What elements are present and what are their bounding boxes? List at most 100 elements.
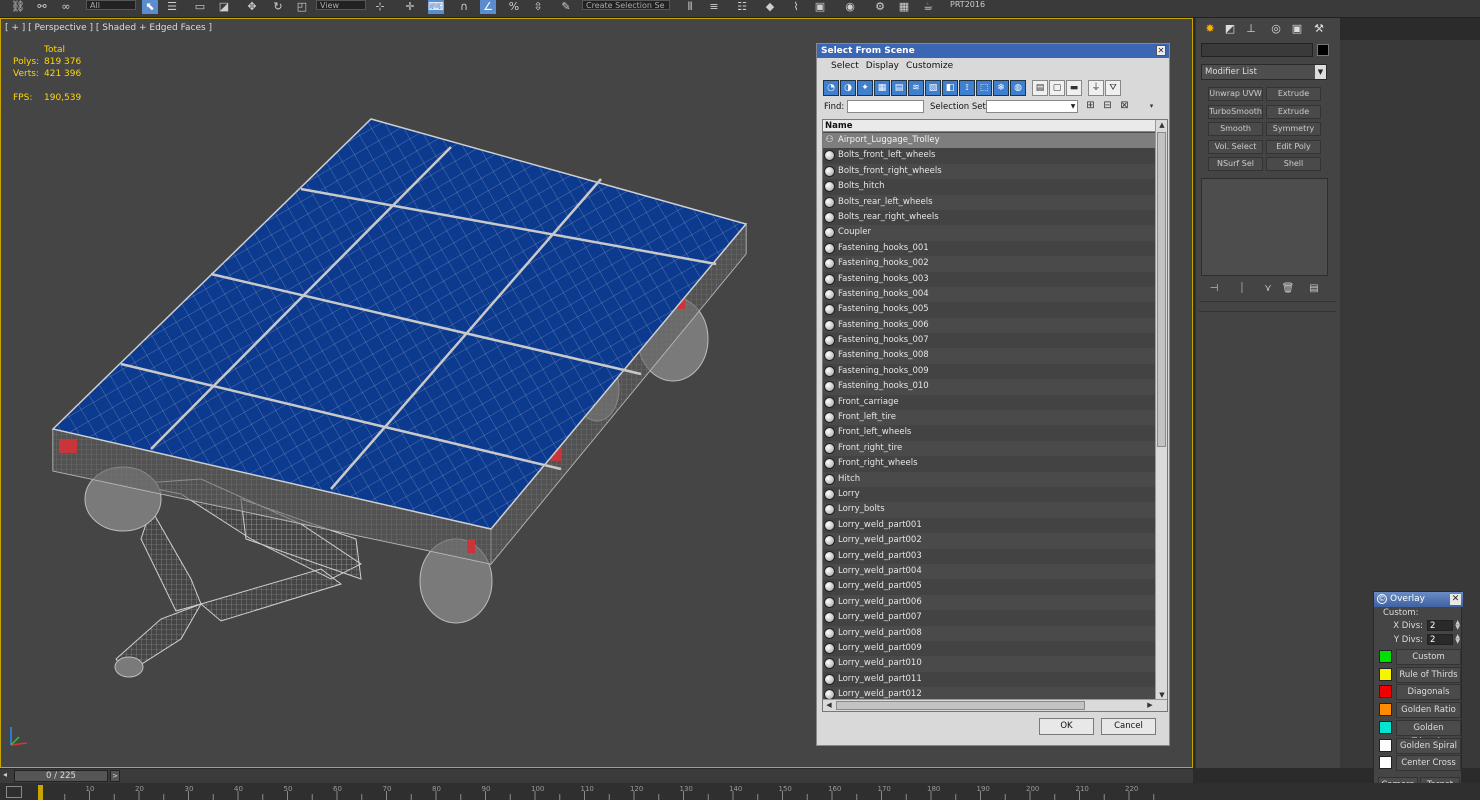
modifier-button[interactable]: Smooth	[1208, 122, 1263, 136]
list-item[interactable]: Lorry_weld_part004	[823, 563, 1156, 580]
overlay-option-button[interactable]: Golden Spiral	[1396, 737, 1461, 754]
display-tab-icon[interactable]: ▣	[1289, 22, 1305, 36]
mini-curve-editor-icon[interactable]	[6, 786, 22, 798]
list-item[interactable]: Fastening_hooks_004	[823, 286, 1156, 303]
named-selection-set-dropdown[interactable]: Create Selection Se	[582, 0, 670, 10]
spinner-arrows-icon[interactable]: ▲ ▼	[1455, 634, 1460, 645]
list-item[interactable]: Lorry	[823, 486, 1156, 503]
overlay-option-button[interactable]: Golden Triangle	[1396, 719, 1461, 747]
bind-spacewarp-icon[interactable]: ∞	[58, 0, 74, 14]
list-item[interactable]: Fastening_hooks_002	[823, 256, 1156, 272]
ok-button[interactable]: OK	[1039, 718, 1094, 735]
list-item[interactable]: Fastening_hooks_009	[823, 363, 1156, 380]
list-item[interactable]: Bolts_rear_right_wheels	[823, 209, 1156, 226]
current-frame-marker[interactable]	[38, 785, 43, 800]
display-containers-icon[interactable]: ⬚	[976, 80, 992, 96]
modifier-button[interactable]: Edit Poly	[1266, 140, 1321, 154]
create-tab-icon[interactable]: ✸	[1202, 22, 1218, 36]
modifier-button[interactable]: TurboSmooth	[1208, 105, 1263, 119]
list-item[interactable]: Fastening_hooks_006	[823, 317, 1156, 334]
display-none-icon[interactable]: ▢	[1049, 80, 1065, 96]
scrollbar-thumb[interactable]	[1157, 132, 1166, 447]
overlay-color-swatch[interactable]	[1379, 685, 1392, 699]
make-unique-icon[interactable]: ⋎	[1260, 283, 1276, 295]
name-column-header[interactable]: Name	[823, 120, 1156, 132]
list-item[interactable]: ⚇ Airport_Luggage_Trolley	[823, 133, 1156, 149]
mirror-icon[interactable]: ⫴	[682, 0, 698, 14]
schematic-view-icon[interactable]: ▣	[812, 0, 828, 14]
time-slider[interactable]: ◂ 0 / 225 >	[0, 769, 1193, 783]
display-shapes-icon[interactable]: ◑	[840, 80, 856, 96]
select-object-icon[interactable]: ⬉	[142, 0, 158, 14]
list-item[interactable]: Fastening_hooks_008	[823, 348, 1156, 364]
list-item[interactable]: Front_left_wheels	[823, 425, 1156, 441]
edit-named-selection-icon[interactable]: ✎	[558, 0, 574, 14]
configure-modifier-sets-icon[interactable]: ▤	[1306, 283, 1322, 295]
list-item[interactable]: Lorry_weld_part011	[823, 671, 1156, 688]
list-item[interactable]: Lorry_weld_part003	[823, 548, 1156, 564]
object-name-field[interactable]	[1201, 43, 1313, 57]
overlay-color-swatch[interactable]	[1379, 667, 1392, 681]
filter-icon[interactable]: ⏚	[1088, 80, 1104, 96]
close-icon[interactable]: ✕	[1156, 45, 1166, 56]
link-icon[interactable]: ⛓	[10, 0, 26, 14]
overlay-option-button[interactable]: Custom	[1396, 649, 1461, 665]
layer-manager-icon[interactable]: ☷	[734, 0, 750, 14]
cancel-button[interactable]: Cancel	[1101, 718, 1156, 735]
list-vertical-scrollbar[interactable]: ▲ ▼	[1155, 120, 1167, 700]
x-divs-spinner[interactable]: X Divs: 2 ▲ ▼	[1378, 620, 1460, 632]
overlay-option-button[interactable]: Center Cross	[1396, 755, 1461, 772]
list-item[interactable]: Bolts_hitch	[823, 179, 1156, 195]
rendered-frame-icon[interactable]: ▦	[896, 0, 912, 14]
modifier-list-dropdown[interactable]: Modifier List ▼	[1201, 64, 1327, 80]
scroll-up-icon[interactable]: ▲	[1157, 120, 1167, 130]
show-end-result-icon[interactable]: ⏐	[1234, 283, 1250, 295]
select-by-name-icon[interactable]: ☰	[164, 0, 180, 14]
y-divs-field[interactable]: 2	[1427, 634, 1453, 645]
selection-filter-dropdown[interactable]: All	[86, 0, 136, 10]
overlay-option[interactable]: Golden Spiral	[1378, 737, 1461, 754]
graphite-tools-icon[interactable]: ◆	[762, 0, 778, 14]
close-icon[interactable]: ✕	[1450, 594, 1461, 605]
list-item[interactable]: Bolts_front_left_wheels	[823, 148, 1156, 164]
list-item[interactable]: Front_left_tire	[823, 410, 1156, 426]
x-divs-field[interactable]: 2	[1427, 620, 1453, 631]
overlay-color-swatch[interactable]	[1379, 650, 1392, 663]
viewport-label[interactable]: [ + ] [ Perspective ] [ Shaded + Edged F…	[5, 23, 212, 33]
hierarchy-view-icon[interactable]: ⊞	[1084, 100, 1097, 113]
list-horizontal-scrollbar[interactable]: ◀ ▶	[823, 699, 1167, 711]
overlay-titlebar[interactable]: © Overlay ✕	[1374, 592, 1463, 607]
display-xrefs-icon[interactable]: ◧	[942, 80, 958, 96]
overlay-option-button[interactable]: Diagonals	[1396, 684, 1461, 701]
spinner-snap-icon[interactable]: ⇳	[530, 0, 546, 14]
overlay-option[interactable]: Golden Ratio	[1378, 702, 1461, 719]
find-input[interactable]	[847, 100, 924, 113]
scroll-right-icon[interactable]: ▶	[1145, 700, 1155, 711]
modifier-button[interactable]: NSurf Sel	[1208, 157, 1263, 171]
unlink-icon[interactable]: ⚯	[34, 0, 50, 14]
display-hidden-icon[interactable]: ◍	[1010, 80, 1026, 96]
list-item[interactable]: Lorry_weld_part005	[823, 579, 1156, 595]
modifier-stack[interactable]	[1201, 178, 1328, 276]
modifier-button[interactable]: Vol. Select	[1208, 140, 1263, 154]
y-divs-spinner[interactable]: Y Divs: 2 ▲ ▼	[1378, 634, 1460, 646]
list-item[interactable]: Lorry_weld_part010	[823, 656, 1156, 672]
list-item[interactable]: Bolts_front_right_wheels	[823, 163, 1156, 180]
display-frozen-icon[interactable]: ❄	[993, 80, 1009, 96]
pivot-center-icon[interactable]: ⊹	[372, 0, 388, 14]
modifier-button[interactable]: Symmetry	[1266, 122, 1321, 136]
list-item[interactable]: Front_carriage	[823, 394, 1156, 411]
angle-snap-icon[interactable]: ∠	[480, 0, 496, 14]
hierarchy-tab-icon[interactable]: ⊥	[1243, 22, 1259, 36]
list-item[interactable]: Lorry_weld_part007	[823, 610, 1156, 626]
pin-stack-icon[interactable]: ⊣	[1206, 283, 1222, 295]
reference-coordinate-dropdown[interactable]: View	[316, 0, 366, 10]
list-item[interactable]: Lorry_weld_part002	[823, 533, 1156, 549]
overlay-option[interactable]: Center Cross	[1378, 755, 1461, 772]
spinner-arrows-icon[interactable]: ▲ ▼	[1455, 620, 1460, 631]
list-item[interactable]: Lorry_weld_part008	[823, 625, 1156, 641]
keyboard-shortcut-override-icon[interactable]: ⌨	[428, 0, 444, 14]
display-groups-icon[interactable]: ▧	[925, 80, 941, 96]
snaps-toggle-icon[interactable]: ∩	[456, 0, 472, 14]
scale-icon[interactable]: ◰	[294, 0, 310, 14]
